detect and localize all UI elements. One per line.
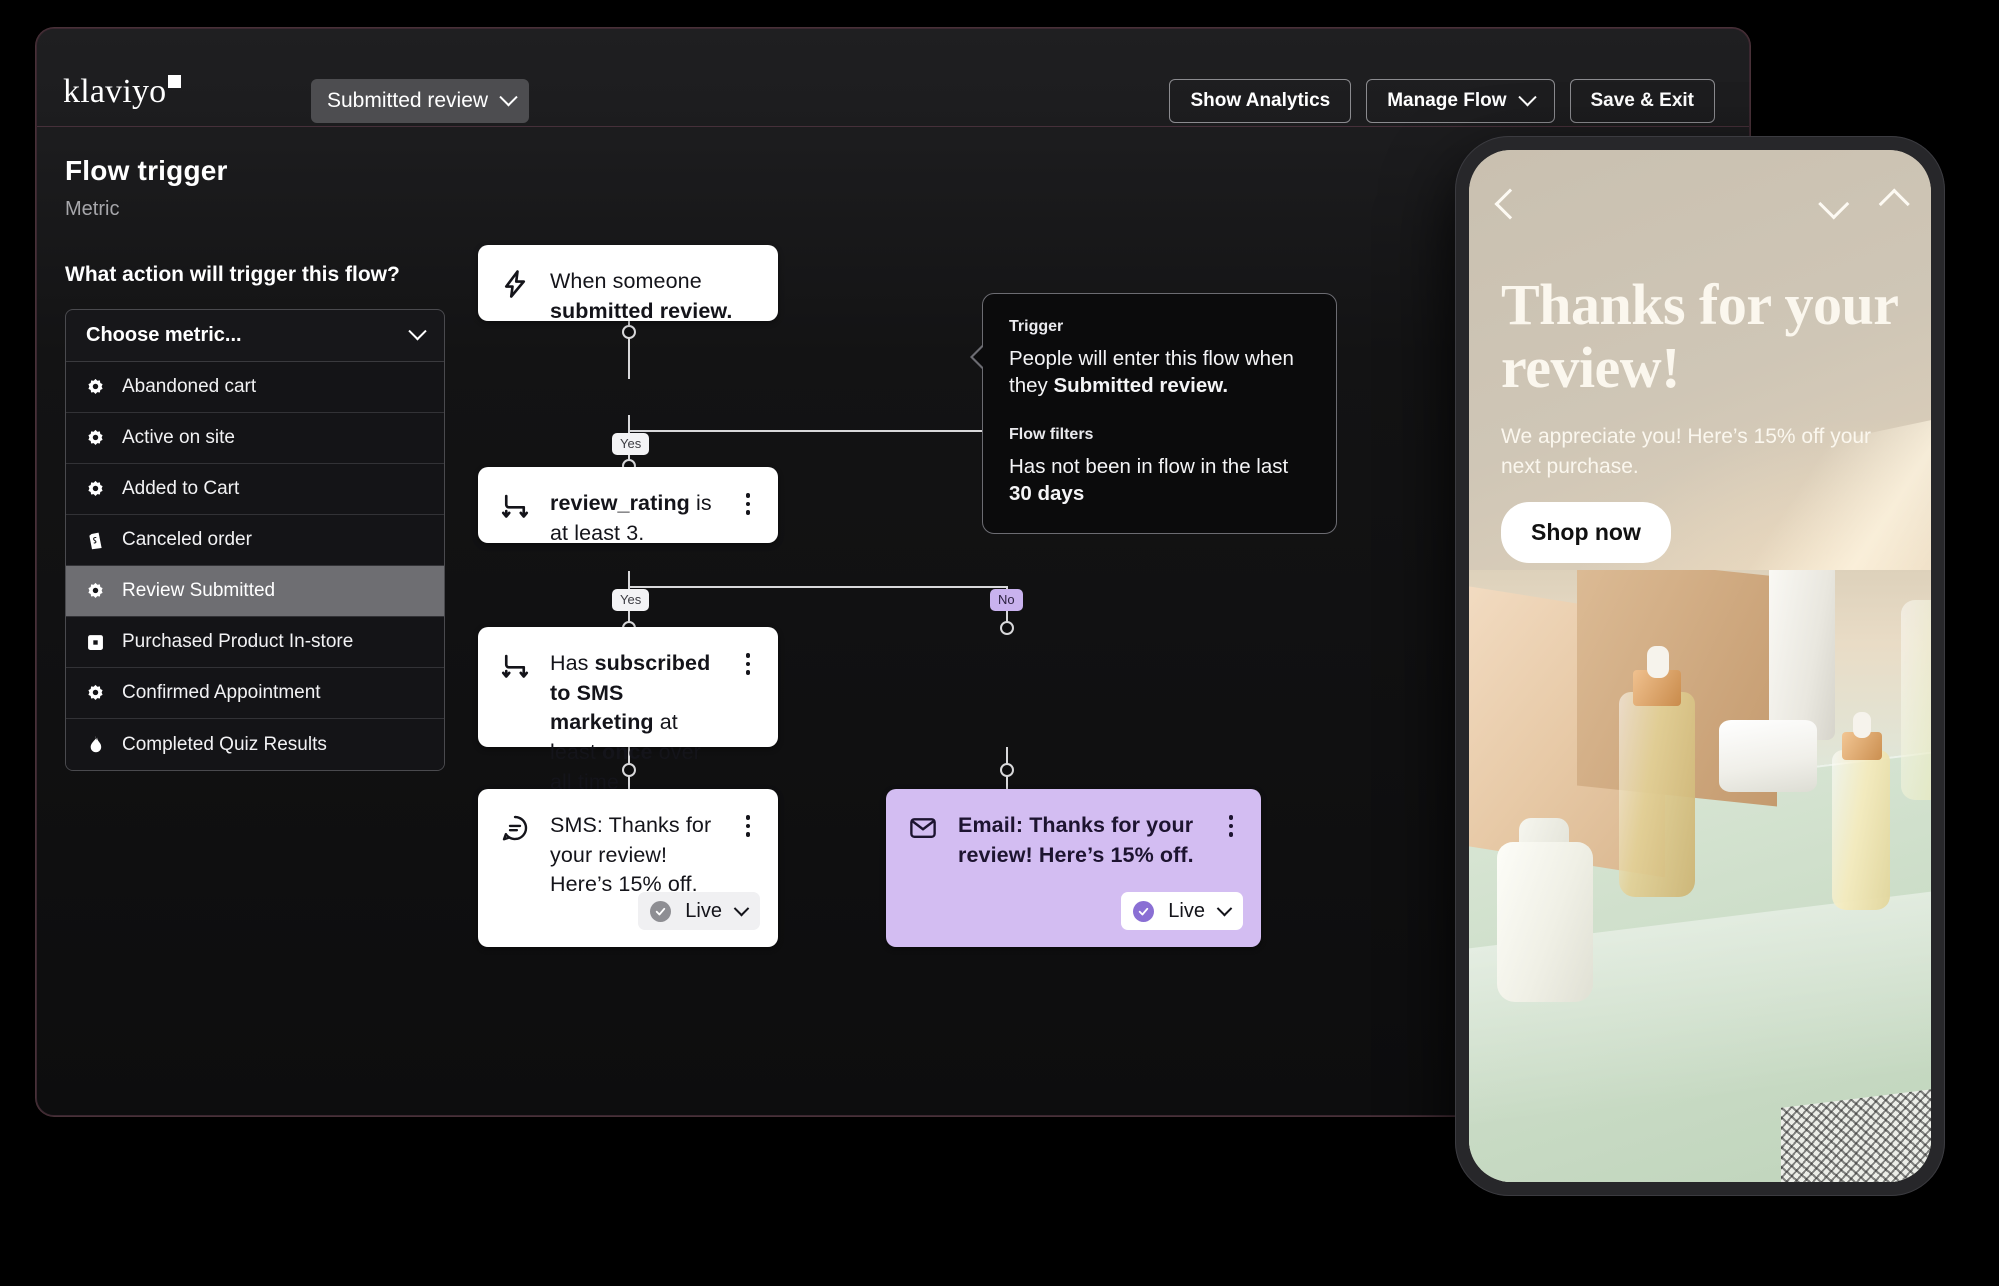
back-arrow-icon[interactable]	[1494, 188, 1526, 220]
logo-mark-icon	[168, 75, 182, 88]
flow-node-email-text: Email: Thanks for your review! Here’s 15…	[958, 813, 1194, 867]
brand-name: klaviyo	[63, 73, 167, 110]
save-and-exit-button[interactable]: Save & Exit	[1569, 79, 1715, 123]
email-status-select[interactable]: Live	[1121, 892, 1243, 930]
photo-dropper-bottle-a	[1619, 692, 1695, 897]
flow-node-sms[interactable]: SMS: Thanks for your review! Here’s 15% …	[478, 789, 778, 947]
chevron-down-icon	[499, 87, 518, 106]
flow-node-sms-text: SMS: Thanks for your review! Here’s 15% …	[550, 813, 712, 897]
photo-dropper-tip-b	[1853, 712, 1871, 738]
photo-edge-bottle	[1901, 600, 1931, 800]
connector-dot	[1000, 621, 1014, 635]
tooltip-trigger-body: People will enter this flow when they Su…	[1009, 347, 1294, 398]
shop-now-button[interactable]: Shop now	[1501, 502, 1671, 563]
product-photo	[1469, 570, 1931, 1182]
flow-node-email[interactable]: Email: Thanks for your review! Here’s 15…	[886, 789, 1261, 947]
tooltip-filters-body: Has not been in flow in the last 30 days	[1009, 454, 1289, 505]
photo-frosted-bottle	[1497, 842, 1593, 1002]
branch-label-yes: Yes	[612, 589, 650, 611]
node-menu-icon[interactable]	[738, 653, 758, 675]
chevron-up-icon[interactable]	[1878, 188, 1910, 220]
tooltip-spacer	[1009, 400, 1310, 426]
flow-name-select[interactable]: Submitted review	[311, 79, 530, 123]
topbar-actions: Show Analytics Manage Flow Save & Exit	[1169, 79, 1715, 123]
lightning-icon	[500, 269, 530, 299]
check-circle-icon	[650, 900, 672, 922]
tooltip-trigger-heading: Trigger	[1009, 318, 1064, 335]
manage-flow-button[interactable]: Manage Flow	[1366, 79, 1555, 123]
sms-status-select[interactable]: Live	[638, 892, 760, 930]
photo-tall-bottle	[1769, 570, 1835, 740]
phone-screen: Thanks for your review! We appreciate yo…	[1469, 150, 1931, 1182]
email-status-label: Live	[1168, 899, 1205, 922]
chevron-down-icon	[733, 900, 750, 916]
email-preview-toolbar	[1469, 184, 1931, 224]
preview-nav-group	[1818, 188, 1910, 220]
split-icon	[500, 651, 530, 681]
chevron-down-icon	[1517, 87, 1537, 106]
flow-node-condition-text: Has subscribed to SMS marketing at least…	[550, 651, 711, 794]
node-menu-icon[interactable]	[1221, 815, 1241, 837]
node-menu-icon[interactable]	[738, 493, 758, 515]
chevron-down-icon	[1216, 900, 1233, 916]
screenshot-stage: klaviyo Submitted review Show Analytics …	[0, 0, 1999, 1286]
trigger-info-tooltip: Trigger People will enter this flow when…	[970, 293, 1337, 534]
branch-label-no: No	[990, 589, 1023, 611]
connector-line-horizontal	[628, 586, 1008, 588]
app-topbar: klaviyo Submitted review Show Analytics …	[37, 29, 1749, 127]
split-icon	[500, 491, 530, 521]
show-analytics-button[interactable]: Show Analytics	[1169, 79, 1352, 123]
klaviyo-logo: klaviyo	[63, 73, 182, 111]
flow-node-filter-text: review_rating is at least 3.	[550, 491, 712, 545]
phone-mockup: Thanks for your review! We appreciate yo…	[1455, 136, 1945, 1196]
flow-name-value: Submitted review	[327, 89, 489, 112]
flow-node-condition[interactable]: Has subscribed to SMS marketing at least…	[478, 627, 778, 794]
envelope-icon	[908, 813, 938, 843]
photo-dropper-bottle-b	[1832, 750, 1890, 910]
email-subtext: We appreciate you! Here’s 15% off your n…	[1501, 425, 1872, 479]
manage-flow-label: Manage Flow	[1387, 90, 1507, 111]
sms-icon	[500, 813, 530, 843]
connector-dot	[1000, 763, 1014, 777]
chevron-down-icon[interactable]	[1818, 188, 1850, 220]
branch-label-yes: Yes	[612, 433, 650, 455]
check-circle-icon	[1133, 900, 1155, 922]
sms-status-label: Live	[685, 899, 722, 922]
flow-node-filter[interactable]: review_rating is at least 3.	[478, 467, 778, 545]
photo-dropper-tip-a	[1647, 646, 1669, 678]
tooltip-filters-heading: Flow filters	[1009, 425, 1094, 443]
flow-node-trigger-text: When someone submitted review.	[550, 269, 733, 323]
email-heading: Thanks for your review!	[1501, 272, 1898, 400]
node-menu-icon[interactable]	[738, 815, 758, 837]
photo-jar	[1719, 720, 1817, 792]
flow-node-trigger[interactable]: When someone submitted review.	[478, 245, 778, 323]
